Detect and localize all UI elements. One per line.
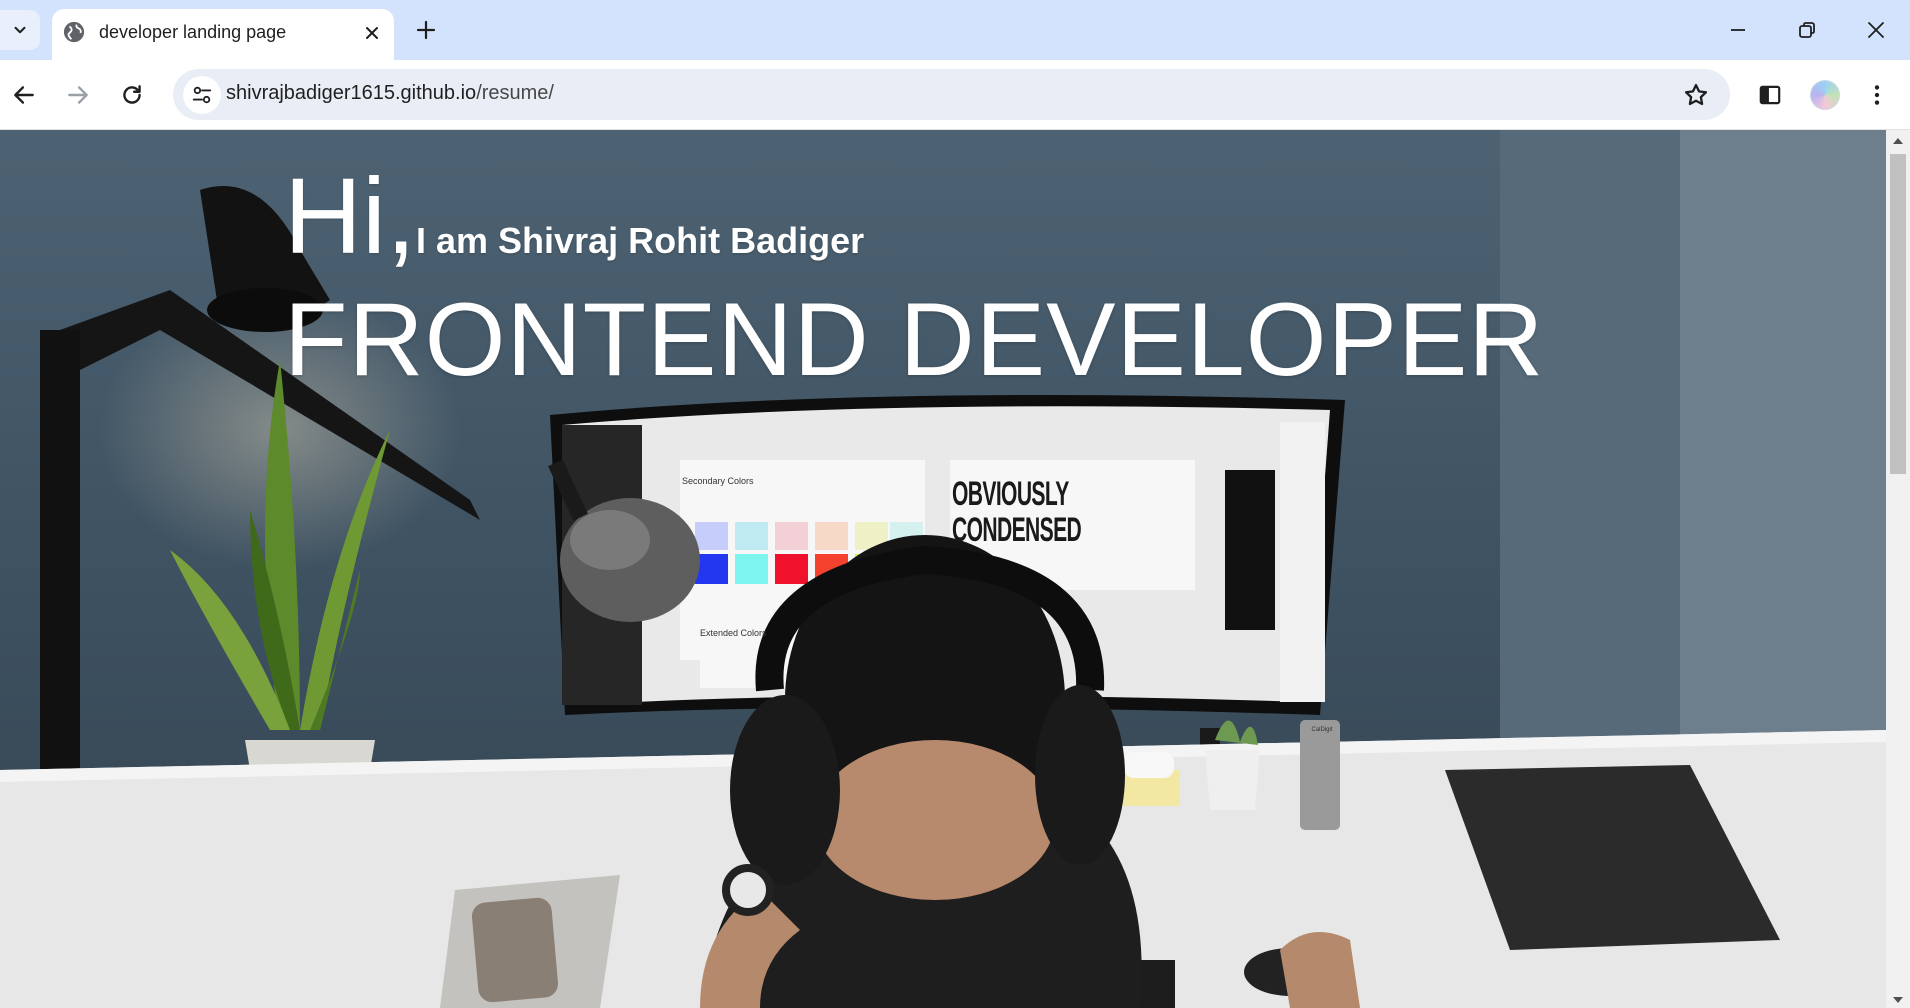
- close-icon[interactable]: [362, 23, 382, 43]
- back-arrow-icon[interactable]: [11, 82, 37, 108]
- scroll-down-arrow-icon[interactable]: [1892, 996, 1904, 1004]
- url-path: /resume/: [476, 82, 554, 104]
- hero-background-photo: [0, 130, 1886, 1008]
- side-panel-icon[interactable]: [1757, 82, 1783, 108]
- close-window-icon[interactable]: [1864, 18, 1888, 42]
- globe-icon: [63, 21, 85, 43]
- monitor-heading: OBVIOUSLY CONDENSED: [952, 475, 1082, 549]
- hero-greeting: Hi,: [284, 155, 416, 276]
- monitor-heading-line-1: OBVIOUSLY: [952, 475, 1069, 513]
- scrollbar-thumb[interactable]: [1890, 154, 1906, 474]
- url-host: shivrajbadiger1615.github.io: [226, 82, 477, 104]
- chevron-down-icon: [14, 26, 26, 34]
- active-tab[interactable]: developer landing page: [52, 9, 394, 60]
- tab-strip: developer landing page: [0, 0, 1910, 60]
- site-info-button[interactable]: [183, 76, 221, 114]
- tab-title: developer landing page: [99, 22, 287, 42]
- monitor-heading-line-2: CONDENSED: [952, 511, 1082, 549]
- reload-icon[interactable]: [119, 82, 145, 108]
- hero-intro: I am Shivraj Rohit Badiger: [416, 220, 865, 261]
- minimize-icon[interactable]: [1726, 18, 1750, 42]
- hero-role-title: FRONTEND DEVELOPER: [284, 282, 1545, 398]
- hub-brand-label: CalDigit: [1311, 727, 1333, 733]
- address-bar[interactable]: shivrajbadiger1615.github.io/resume/: [173, 69, 1730, 120]
- page-viewport: Secondary Colors Extended Colors OBVIOUS…: [0, 130, 1886, 1008]
- plus-icon[interactable]: [414, 18, 438, 42]
- avatar[interactable]: [1810, 80, 1840, 110]
- page-scrollbar[interactable]: [1886, 130, 1910, 1008]
- star-icon[interactable]: [1682, 81, 1710, 109]
- tab-search-button[interactable]: [0, 10, 40, 50]
- url-text[interactable]: shivrajbadiger1615.github.io/resume/: [226, 82, 554, 105]
- scroll-up-arrow-icon[interactable]: [1892, 137, 1904, 145]
- more-vert-icon[interactable]: [1864, 82, 1890, 108]
- browser-toolbar: shivrajbadiger1615.github.io/resume/: [0, 60, 1910, 130]
- monitor-label-extended-colors: Extended Colors: [700, 628, 767, 638]
- restore-icon[interactable]: [1795, 18, 1819, 42]
- tune-icon: [192, 86, 212, 104]
- forward-arrow-icon[interactable]: [65, 82, 91, 108]
- monitor-label-secondary-colors: Secondary Colors: [682, 476, 754, 486]
